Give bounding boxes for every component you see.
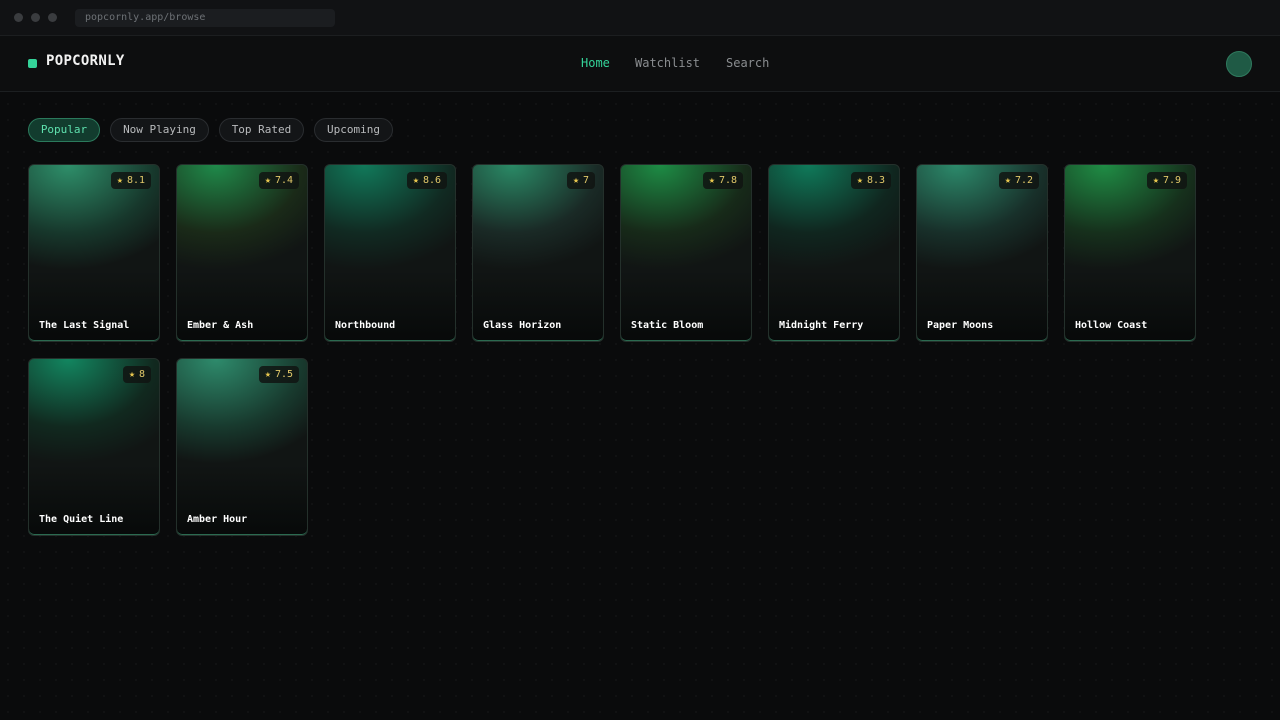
rating-value: 7.9 bbox=[1162, 175, 1181, 186]
star-icon: ★ bbox=[264, 369, 271, 380]
logo-icon bbox=[28, 59, 37, 68]
movie-title: Static Bloom bbox=[631, 320, 704, 331]
browser-bar: popcornly.app/browse bbox=[0, 0, 1280, 36]
rating-badge: ★ 7.8 bbox=[702, 172, 743, 189]
filter-now-playing[interactable]: Now Playing bbox=[110, 118, 209, 142]
rating-value: 8.6 bbox=[422, 175, 441, 186]
rating-badge: ★ 7.9 bbox=[1146, 172, 1187, 189]
star-icon: ★ bbox=[128, 369, 135, 380]
rating-badge: ★ 8.3 bbox=[850, 172, 891, 189]
movie-title: Amber Hour bbox=[187, 514, 248, 525]
rating-value: 7 bbox=[582, 175, 589, 186]
avatar[interactable] bbox=[1226, 51, 1252, 77]
movie-card[interactable]: ★ 7.2 Paper Moons bbox=[916, 164, 1048, 342]
window-maximize-dot[interactable] bbox=[48, 13, 57, 22]
nav-search[interactable]: Search bbox=[726, 56, 769, 70]
movie-title: Paper Moons bbox=[927, 320, 994, 331]
rating-value: 7.8 bbox=[718, 175, 737, 186]
star-icon: ★ bbox=[264, 175, 271, 186]
filter-upcoming[interactable]: Upcoming bbox=[314, 118, 393, 142]
star-icon: ★ bbox=[116, 175, 123, 186]
rating-badge: ★ 8.1 bbox=[110, 172, 151, 189]
movie-card[interactable]: ★ 8.6 Northbound bbox=[324, 164, 456, 342]
star-icon: ★ bbox=[1004, 175, 1011, 186]
rating-value: 7.4 bbox=[274, 175, 293, 186]
movie-card[interactable]: ★ 7.9 Hollow Coast bbox=[1064, 164, 1196, 342]
nav-home[interactable]: Home bbox=[581, 56, 610, 70]
movie-title: Midnight Ferry bbox=[779, 320, 864, 331]
filter-popular[interactable]: Popular bbox=[28, 118, 100, 142]
movie-title: Hollow Coast bbox=[1075, 320, 1148, 331]
rating-badge: ★ 7.5 bbox=[258, 366, 299, 383]
window-close-dot[interactable] bbox=[14, 13, 23, 22]
app-logo[interactable]: POPCORNLY bbox=[46, 53, 125, 69]
star-icon: ★ bbox=[856, 175, 863, 186]
rating-value: 8 bbox=[138, 369, 145, 380]
rating-value: 7.2 bbox=[1014, 175, 1033, 186]
movie-card[interactable]: ★ 8 The Quiet Line bbox=[28, 358, 160, 536]
movie-card[interactable]: ★ 8.1 The Last Signal bbox=[28, 164, 160, 342]
nav-watchlist[interactable]: Watchlist bbox=[635, 56, 700, 70]
movie-title: The Quiet Line bbox=[39, 514, 124, 525]
movie-card[interactable]: ★ 8.3 Midnight Ferry bbox=[768, 164, 900, 342]
window-minimize-dot[interactable] bbox=[31, 13, 40, 22]
rating-badge: ★ 8 bbox=[122, 366, 151, 383]
movie-card[interactable]: ★ 7.4 Ember & Ash bbox=[176, 164, 308, 342]
movie-title: Ember & Ash bbox=[187, 320, 254, 331]
address-bar[interactable]: popcornly.app/browse bbox=[75, 9, 335, 27]
rating-badge: ★ 7 bbox=[566, 172, 595, 189]
movie-title: Northbound bbox=[335, 320, 396, 331]
rating-value: 8.1 bbox=[126, 175, 145, 186]
rating-value: 8.3 bbox=[866, 175, 885, 186]
star-icon: ★ bbox=[572, 175, 579, 186]
rating-badge: ★ 7.4 bbox=[258, 172, 299, 189]
movie-title: The Last Signal bbox=[39, 320, 130, 331]
rating-badge: ★ 8.6 bbox=[406, 172, 447, 189]
movie-title: Glass Horizon bbox=[483, 320, 562, 331]
movie-card[interactable]: ★ 7.8 Static Bloom bbox=[620, 164, 752, 342]
movie-card[interactable]: ★ 7 Glass Horizon bbox=[472, 164, 604, 342]
rating-badge: ★ 7.2 bbox=[998, 172, 1039, 189]
rating-value: 7.5 bbox=[274, 369, 293, 380]
star-icon: ★ bbox=[708, 175, 715, 186]
filter-top-rated[interactable]: Top Rated bbox=[219, 118, 304, 142]
star-icon: ★ bbox=[1152, 175, 1159, 186]
movie-card[interactable]: ★ 7.5 Amber Hour bbox=[176, 358, 308, 536]
app-header: POPCORNLY Home Watchlist Search bbox=[0, 36, 1280, 92]
star-icon: ★ bbox=[412, 175, 419, 186]
